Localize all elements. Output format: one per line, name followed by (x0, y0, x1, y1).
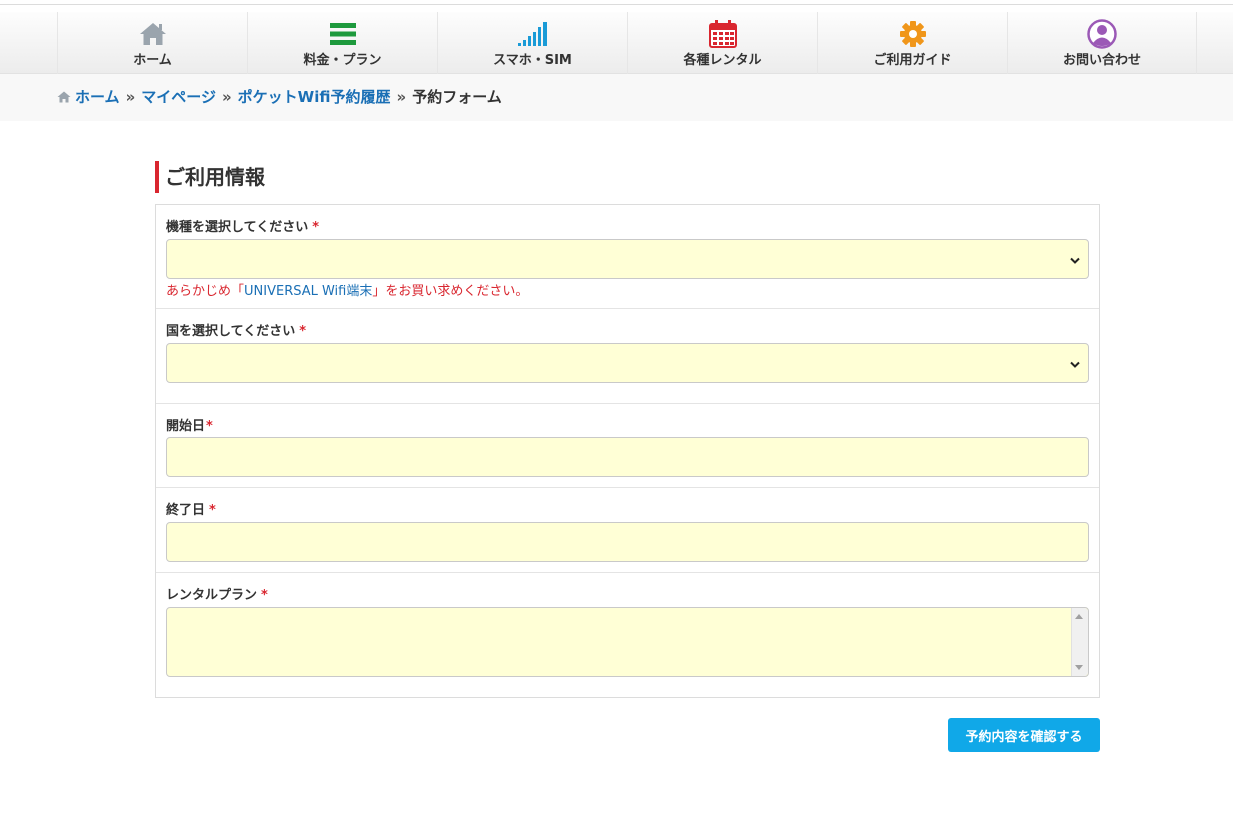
end-date-label-text: 終了日 (166, 503, 206, 518)
device-label: 機種を選択してください * (166, 216, 319, 235)
nav-item-home[interactable]: ホーム (57, 12, 247, 74)
required-mark: * (209, 503, 216, 518)
required-mark: * (312, 220, 320, 235)
breadcrumb-home-link[interactable]: ホーム (75, 86, 120, 107)
nav-label-contact: お問い合わせ (1062, 53, 1141, 68)
nav-item-sim[interactable]: スマホ・SIM (437, 12, 627, 74)
device-select[interactable] (166, 239, 1089, 279)
device-note-suffix: 」をお買い求めください。 (372, 284, 529, 299)
nav-item-guide[interactable]: ご利用ガイド (817, 12, 1007, 74)
start-date-label: 開始日* (166, 415, 213, 434)
nav-label-sim: スマホ・SIM (493, 53, 572, 68)
breadcrumb-separator: » (221, 87, 232, 106)
gear-icon (898, 20, 928, 48)
nav-label-guide: ご利用ガイド (873, 53, 952, 68)
chevron-down-icon (1070, 250, 1080, 269)
confirm-reservation-button[interactable]: 予約内容を確認する (948, 718, 1100, 752)
nav-item-pricing[interactable]: 料金・プラン (247, 12, 437, 74)
breadcrumb-history-link[interactable]: ポケットWifi予約履歴 (238, 86, 391, 107)
usage-info-form: 機種を選択してください * あらかじめ「UNIVERSAL Wifi端末」をお買い… (155, 204, 1100, 698)
breadcrumb-separator: » (396, 87, 407, 106)
device-note-prefix: あらかじめ「 (166, 284, 245, 299)
calendar-icon (708, 20, 738, 48)
breadcrumb: ホーム » マイページ » ポケットWifi予約履歴 » 予約フォーム (57, 86, 502, 107)
house-icon (138, 20, 168, 48)
nav-item-rental[interactable]: 各種レンタル (627, 12, 817, 74)
user-icon (1087, 19, 1117, 49)
nav-label-rental: 各種レンタル (683, 53, 762, 68)
nav-label-pricing: 料金・プラン (303, 53, 382, 68)
device-row: 機種を選択してください * あらかじめ「UNIVERSAL Wifi端末」をお買い… (156, 205, 1099, 309)
required-mark: * (299, 324, 307, 339)
breadcrumb-mypage-link[interactable]: マイページ (141, 86, 216, 107)
list-icon (328, 20, 358, 48)
signal-icon (517, 20, 548, 48)
end-date-label: 終了日 * (166, 499, 216, 518)
end-date-row: 終了日 * (156, 488, 1099, 573)
start-date-input[interactable] (166, 437, 1089, 477)
country-label: 国を選択してください * (166, 320, 306, 339)
start-date-label-text: 開始日 (166, 419, 206, 434)
country-select[interactable] (166, 343, 1089, 383)
rental-plan-row: レンタルプラン * (156, 573, 1099, 697)
device-note-link[interactable]: UNIVERSAL Wifi端末 (244, 284, 372, 299)
global-nav: ホーム 料金・プラン スマホ・SIM 各種レンタル ご利用ガイド お問い合わせ (0, 12, 1233, 74)
country-label-text: 国を選択してください (166, 324, 296, 339)
start-date-row: 開始日* (156, 404, 1099, 488)
device-note: あらかじめ「UNIVERSAL Wifi端末」をお買い求めください。 (166, 280, 528, 299)
top-divider (0, 4, 1233, 5)
nav-label-home: ホーム (133, 53, 172, 68)
chevron-down-icon (1070, 354, 1080, 373)
section-title: ご利用情報 (155, 161, 265, 193)
rental-plan-label: レンタルプラン * (166, 584, 268, 603)
required-mark: * (206, 419, 213, 434)
end-date-input[interactable] (166, 522, 1089, 562)
rental-plan-listbox[interactable] (166, 607, 1089, 677)
country-row: 国を選択してください * (156, 309, 1099, 404)
breadcrumb-current: 予約フォーム (412, 88, 502, 106)
required-mark: * (261, 588, 268, 603)
device-label-text: 機種を選択してください (166, 220, 309, 235)
breadcrumb-bar: ホーム » マイページ » ポケットWifi予約履歴 » 予約フォーム (0, 74, 1233, 121)
scroll-down-arrow-icon[interactable] (1075, 665, 1083, 670)
scroll-up-arrow-icon[interactable] (1075, 614, 1083, 619)
breadcrumb-separator: » (125, 87, 136, 106)
home-icon (57, 91, 71, 103)
rental-plan-label-text: レンタルプラン (166, 588, 258, 603)
scrollbar[interactable] (1071, 608, 1088, 676)
nav-item-contact[interactable]: お問い合わせ (1007, 12, 1197, 74)
